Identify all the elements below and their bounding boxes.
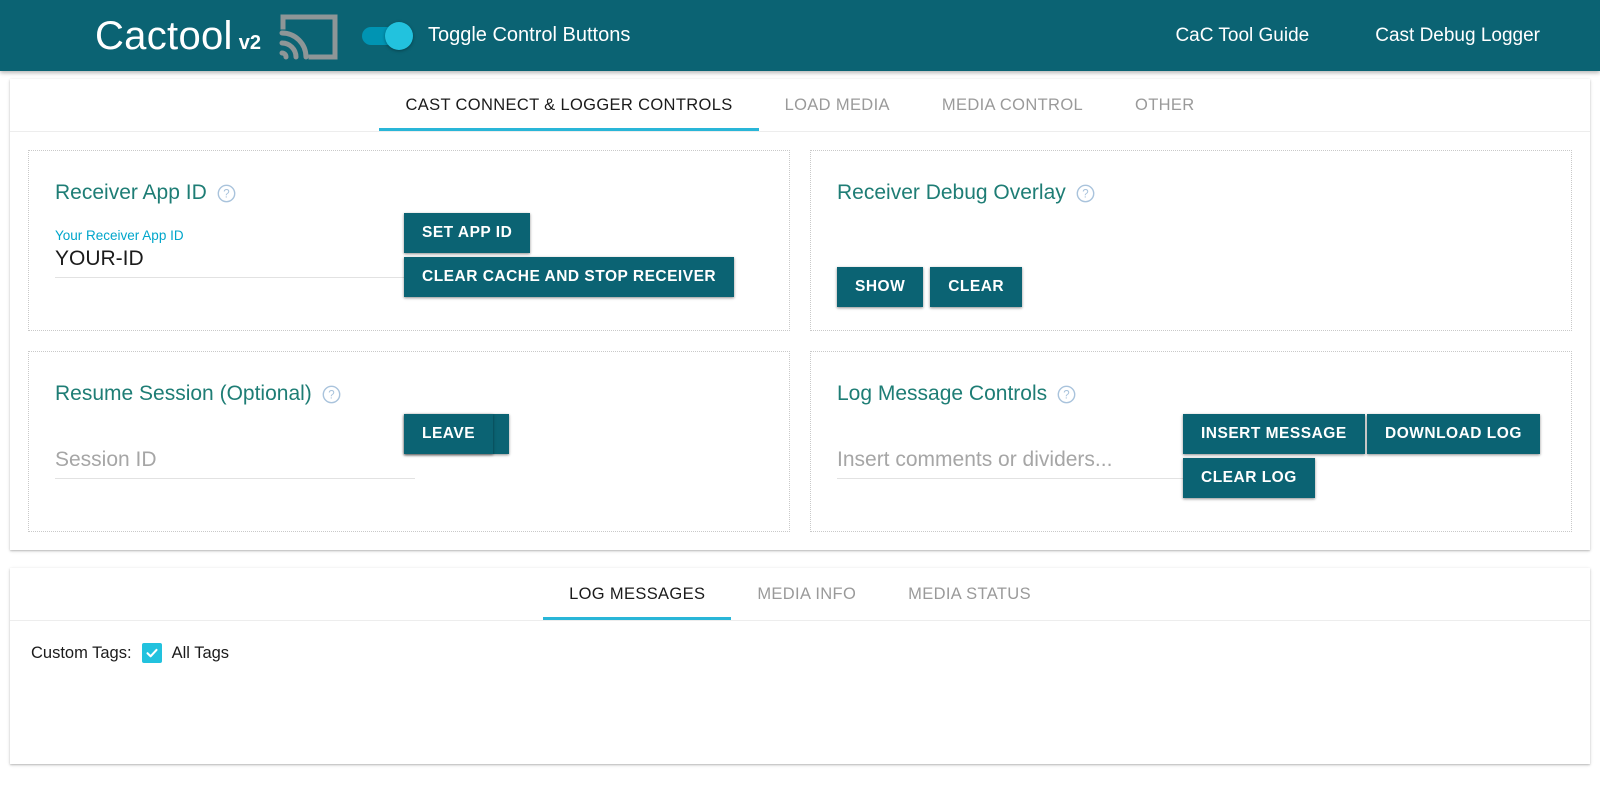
svg-text:?: ?: [1082, 188, 1088, 200]
log-tabbar: LOG MESSAGES MEDIA INFO MEDIA STATUS: [10, 568, 1590, 621]
link-cac-tool-guide[interactable]: CaC Tool Guide: [1175, 25, 1309, 47]
tab-label: MEDIA STATUS: [908, 584, 1031, 603]
tab-media-control[interactable]: MEDIA CONTROL: [916, 79, 1109, 131]
brand-logo: Cactool v2: [95, 16, 261, 56]
card-receiver-app-id: Receiver App ID ? Your Receiver App ID Y…: [28, 150, 790, 331]
toggle-control-buttons[interactable]: Toggle Control Buttons: [361, 21, 631, 50]
card-title: Resume Session (Optional) ?: [55, 382, 763, 406]
card-log-message-controls: Log Message Controls ? Insert comments o…: [810, 351, 1572, 532]
all-tags-checkbox[interactable]: [141, 643, 162, 663]
help-circle-icon[interactable]: ?: [1076, 184, 1095, 203]
tab-label: CAST CONNECT & LOGGER CONTROLS: [405, 95, 733, 114]
download-log-button[interactable]: DOWNLOAD LOG: [1367, 414, 1540, 454]
card-resume-session: Resume Session (Optional) ? Session ID R…: [28, 351, 790, 532]
svg-text:?: ?: [1063, 389, 1069, 401]
check-icon: [146, 648, 158, 658]
card-title-label: Log Message Controls: [837, 382, 1048, 405]
tab-label: OTHER: [1135, 95, 1195, 114]
tab-cast-connect-logger-controls[interactable]: CAST CONNECT & LOGGER CONTROLS: [379, 79, 759, 131]
brand-version: v2: [238, 31, 261, 54]
set-app-id-button[interactable]: SET APP ID: [404, 213, 531, 253]
log-panel: LOG MESSAGES MEDIA INFO MEDIA STATUS Cus…: [10, 568, 1590, 764]
controls-panel: CAST CONNECT & LOGGER CONTROLS LOAD MEDI…: [10, 79, 1590, 550]
log-message-field[interactable]: Insert comments or dividers...: [837, 447, 1197, 479]
session-id-field[interactable]: Session ID: [55, 447, 415, 479]
all-tags-label: All Tags: [171, 643, 230, 662]
svg-text:?: ?: [328, 389, 334, 401]
insert-message-button[interactable]: INSERT MESSAGE: [1183, 414, 1365, 454]
card-title-label: Receiver Debug Overlay: [837, 181, 1066, 204]
card-title-label: Receiver App ID: [55, 181, 207, 204]
tab-load-media[interactable]: LOAD MEDIA: [759, 79, 916, 131]
receiver-app-id-field[interactable]: Your Receiver App ID YOUR-ID: [55, 228, 415, 278]
card-receiver-debug-overlay: Receiver Debug Overlay ? SHOW CLEAR: [810, 150, 1572, 331]
svg-text:?: ?: [223, 188, 229, 200]
session-id-placeholder[interactable]: Session ID: [55, 447, 415, 479]
tab-label: LOG MESSAGES: [569, 584, 706, 603]
log-message-placeholder[interactable]: Insert comments or dividers...: [837, 447, 1197, 479]
link-cast-debug-logger[interactable]: Cast Debug Logger: [1375, 25, 1540, 47]
tab-media-status[interactable]: MEDIA STATUS: [882, 568, 1057, 620]
tab-label: MEDIA INFO: [757, 584, 857, 603]
card-title: Receiver Debug Overlay ?: [837, 181, 1545, 205]
help-circle-icon[interactable]: ?: [322, 385, 341, 404]
receiver-app-id-value[interactable]: YOUR-ID: [55, 246, 415, 278]
clear-log-button[interactable]: CLEAR LOG: [1183, 458, 1315, 498]
help-circle-icon[interactable]: ?: [1057, 385, 1076, 404]
main-tabbar: CAST CONNECT & LOGGER CONTROLS LOAD MEDI…: [10, 79, 1590, 132]
cast-icon: [278, 11, 340, 63]
receiver-app-id-label: Your Receiver App ID: [55, 228, 184, 243]
tab-label: MEDIA CONTROL: [941, 95, 1084, 114]
brand-name: Cactool: [95, 13, 233, 58]
tab-log-messages[interactable]: LOG MESSAGES: [543, 568, 732, 620]
header-links: CaC Tool Guide Cast Debug Logger: [1175, 25, 1540, 47]
tab-media-info[interactable]: MEDIA INFO: [731, 568, 882, 620]
show-overlay-button[interactable]: SHOW: [837, 267, 924, 307]
toggle-knob: [384, 21, 413, 50]
clear-overlay-button[interactable]: CLEAR: [930, 267, 1023, 307]
help-circle-icon[interactable]: ?: [217, 184, 236, 203]
card-title: Log Message Controls ?: [837, 382, 1545, 406]
leave-button[interactable]: LEAVE: [404, 414, 494, 454]
tab-other[interactable]: OTHER: [1109, 79, 1221, 131]
receiver-debug-overlay-buttons: SHOW CLEAR: [837, 267, 1545, 307]
clear-cache-and-stop-receiver-button[interactable]: CLEAR CACHE AND STOP RECEIVER: [404, 257, 735, 297]
app-header: Cactool v2 Toggle Control Buttons CaC To…: [0, 0, 1600, 71]
custom-tags-label: Custom Tags:: [31, 643, 132, 662]
tab-label: LOAD MEDIA: [784, 95, 890, 114]
toggle-label: Toggle Control Buttons: [427, 24, 631, 46]
controls-grid: Receiver App ID ? Your Receiver App ID Y…: [10, 132, 1590, 532]
toggle-switch[interactable]: [361, 21, 413, 50]
card-title-label: Resume Session (Optional): [55, 382, 312, 405]
card-title: Receiver App ID ?: [55, 181, 763, 205]
log-filter-row: Custom Tags: All Tags: [10, 621, 1590, 663]
